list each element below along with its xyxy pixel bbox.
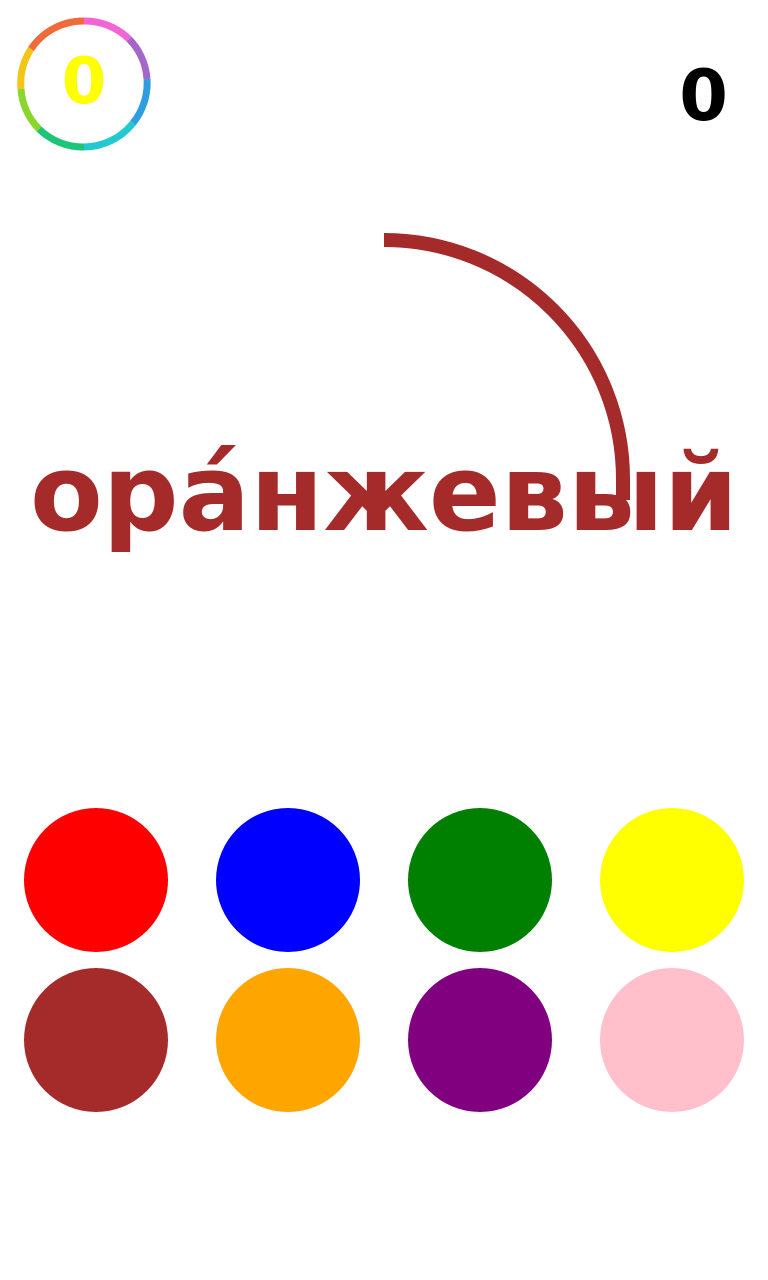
color-button-brown[interactable] — [24, 968, 168, 1112]
color-button-green[interactable] — [408, 808, 552, 952]
color-button-orange[interactable] — [216, 968, 360, 1112]
color-button-blue[interactable] — [216, 808, 360, 952]
game-screen: 0 0 ора́нжевый — [0, 0, 768, 1280]
color-button-pink[interactable] — [600, 968, 744, 1112]
color-button-yellow[interactable] — [600, 808, 744, 952]
color-word-prompt: ора́нжевый — [29, 432, 739, 555]
color-button-purple[interactable] — [408, 968, 552, 1112]
color-button-red[interactable] — [24, 808, 168, 952]
